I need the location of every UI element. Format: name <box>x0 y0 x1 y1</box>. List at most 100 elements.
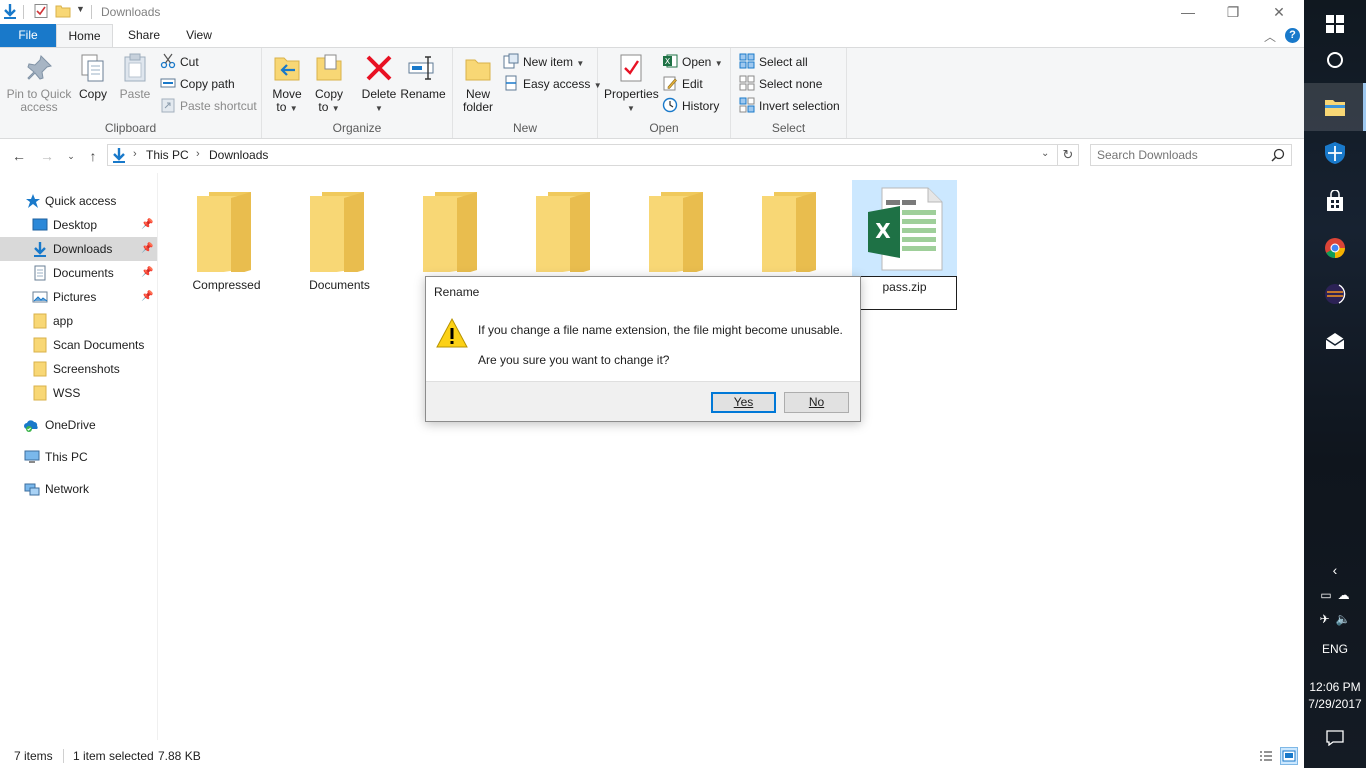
easy-access-button[interactable]: Easy access ▼ <box>503 74 602 94</box>
taskbar-mail[interactable] <box>1304 317 1366 365</box>
ribbon: Pin to Quick access Copy Paste Cut Copy … <box>0 47 1304 139</box>
nav-pictures[interactable]: Pictures 📌 <box>0 285 157 309</box>
taskbar-file-explorer[interactable] <box>1304 83 1366 131</box>
action-center-button[interactable] <box>1304 730 1366 749</box>
search-input[interactable] <box>1097 147 1267 163</box>
nav-pictures-label: Pictures <box>53 290 97 304</box>
airplane-mode-icon[interactable]: ✈ <box>1319 612 1329 626</box>
cut-button[interactable]: Cut <box>160 52 199 72</box>
breadcrumb-chevron-icon[interactable]: › <box>196 148 200 160</box>
dropdown-arrow-icon: ▼ <box>576 59 585 68</box>
taskbar-chrome[interactable] <box>1304 224 1366 272</box>
file-tile[interactable]: Documents <box>287 180 392 310</box>
large-icons-view-button[interactable] <box>1280 747 1298 765</box>
copy-path-button[interactable]: Copy path <box>160 74 235 94</box>
clock-date[interactable]: 7/29/2017 <box>1304 697 1366 711</box>
nav-network[interactable]: Network <box>0 477 157 501</box>
nav-downloads-label: Downloads <box>53 242 113 256</box>
maximize-button[interactable]: ❐ <box>1210 0 1256 24</box>
nav-scan-documents[interactable]: Scan Documents <box>0 333 157 357</box>
onedrive-tray-icon[interactable]: ☁ <box>1338 588 1350 602</box>
search-box[interactable] <box>1090 144 1292 166</box>
nav-this-pc[interactable]: This PC <box>0 445 157 469</box>
back-button[interactable]: ← <box>10 147 28 165</box>
nav-app-label: app <box>53 314 74 328</box>
no-button[interactable]: No <box>784 392 849 413</box>
new-item-button[interactable]: New item ▼ <box>503 52 584 72</box>
taskbar-store[interactable] <box>1304 177 1366 225</box>
paste-shortcut-button[interactable]: Paste shortcut <box>160 96 257 116</box>
minimize-ribbon-icon[interactable]: ︿ <box>1264 28 1276 45</box>
battery-icon[interactable]: ▭ <box>1320 588 1331 602</box>
rename-textbox[interactable]: pass.zip <box>852 276 957 310</box>
paste-button[interactable]: Paste <box>118 52 152 101</box>
edit-button[interactable]: Edit <box>662 74 703 94</box>
yes-button[interactable]: Yes <box>711 392 776 413</box>
new-folder-button[interactable]: New folder <box>461 52 495 114</box>
nav-this-pc-label: This PC <box>45 450 88 464</box>
minimize-button[interactable]: — <box>1165 0 1211 24</box>
breadcrumb-this-pc[interactable]: This PC <box>146 148 189 162</box>
dropdown-arrow-icon: ▼ <box>714 59 723 68</box>
file-name: Documents <box>309 278 370 292</box>
rename-button[interactable]: Rename <box>400 52 446 101</box>
tab-home[interactable]: Home <box>56 24 113 48</box>
properties-quick-icon[interactable] <box>33 3 49 19</box>
file-tile-selected[interactable]: X pass.zip <box>852 180 957 310</box>
copy-to-button[interactable]: Copy to ▼ <box>312 52 346 115</box>
nav-scan-documents-label: Scan Documents <box>53 338 145 352</box>
refresh-button[interactable]: ↻ <box>1058 144 1079 166</box>
help-icon[interactable]: ? <box>1285 28 1300 43</box>
recent-locations-button[interactable]: ⌄ <box>62 147 80 165</box>
nav-documents[interactable]: Documents 📌 <box>0 261 157 285</box>
copy-button[interactable]: Copy <box>76 52 110 101</box>
volume-icon[interactable]: 🔈 <box>1336 612 1351 626</box>
address-bar[interactable]: › This PC › Downloads ⌄ <box>107 144 1058 166</box>
file-name: Compressed <box>192 278 261 292</box>
nav-downloads[interactable]: Downloads 📌 <box>0 237 157 261</box>
up-button[interactable]: ↑ <box>84 147 102 165</box>
breadcrumb-downloads[interactable]: Downloads <box>209 148 268 162</box>
taskbar-defender[interactable] <box>1304 129 1366 177</box>
select-all-button[interactable]: Select all <box>739 52 808 72</box>
address-dropdown-icon[interactable]: ⌄ <box>1041 148 1049 159</box>
history-button[interactable]: History <box>662 96 719 116</box>
yes-label: Yes <box>733 395 754 409</box>
properties-button[interactable]: Properties ▼ <box>604 52 659 115</box>
select-none-button[interactable]: Select none <box>739 74 822 94</box>
close-button[interactable]: ✕ <box>1256 0 1302 24</box>
new-folder-quick-icon[interactable] <box>55 3 71 19</box>
pin-label-line2: access <box>20 100 58 114</box>
nav-desktop[interactable]: Desktop 📌 <box>0 213 157 237</box>
nav-app[interactable]: app <box>0 309 157 333</box>
nav-quick-access[interactable]: Quick access <box>0 189 157 213</box>
select-none-label: Select none <box>759 77 823 91</box>
status-item-count: 7 items <box>14 749 53 763</box>
pin-to-quick-access-button[interactable]: Pin to Quick access <box>4 52 74 114</box>
organize-group-label: Organize <box>332 121 382 135</box>
show-hidden-icons-button[interactable]: ‹ <box>1304 562 1366 578</box>
taskbar-eclipse[interactable] <box>1304 270 1366 318</box>
tab-view[interactable]: View <box>176 24 222 48</box>
customize-quick-access-icon[interactable]: ▼ <box>76 4 85 14</box>
move-to-button[interactable]: Move to ▼ <box>270 52 304 115</box>
file-tile[interactable]: Compressed <box>174 180 279 310</box>
copy-to-label-line2: to <box>318 100 329 114</box>
nav-screenshots[interactable]: Screenshots <box>0 357 157 381</box>
nav-onedrive[interactable]: OneDrive <box>0 413 157 437</box>
nav-wss[interactable]: WSS <box>0 381 157 405</box>
forward-button[interactable]: → <box>38 147 56 165</box>
copy-icon <box>81 54 104 82</box>
breadcrumb-chevron-icon[interactable]: › <box>133 148 137 160</box>
tab-share[interactable]: Share <box>120 24 168 48</box>
delete-button[interactable]: Delete ▼ <box>360 52 398 115</box>
open-button[interactable]: X Open ▼ <box>662 52 723 72</box>
tab-file[interactable]: File <box>0 24 56 48</box>
details-view-button[interactable] <box>1257 747 1275 765</box>
input-language[interactable]: ENG <box>1304 642 1366 656</box>
cortana-button[interactable] <box>1304 36 1366 84</box>
clock-time[interactable]: 12:06 PM <box>1304 680 1366 694</box>
easy-access-label: Easy access <box>523 77 591 91</box>
quick-access-star-icon <box>26 194 40 208</box>
invert-selection-button[interactable]: Invert selection <box>739 96 840 116</box>
